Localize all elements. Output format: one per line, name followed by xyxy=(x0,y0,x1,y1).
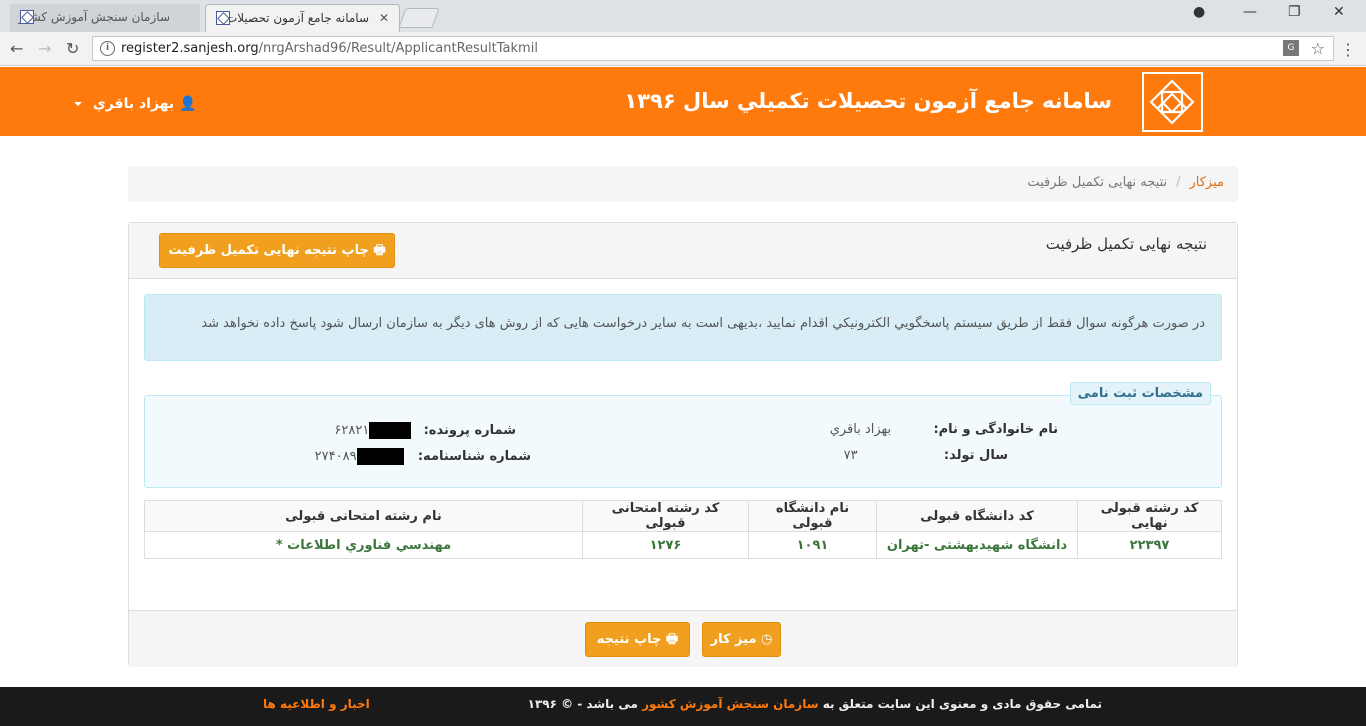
profile-icon[interactable]: ● xyxy=(1193,4,1205,20)
site-favicon-icon xyxy=(216,11,230,25)
user-name: بهزاد باقري xyxy=(92,96,175,112)
printer-icon: 🖶 xyxy=(665,632,679,647)
table-header: کد رشته قبولی نهایی xyxy=(1077,500,1222,532)
site-title: سامانه جامع آزمون تحصيلات تكميلي سال ۱۳۹… xyxy=(624,89,1112,113)
minimize-icon[interactable]: — xyxy=(1243,4,1257,20)
new-tab-button[interactable] xyxy=(398,8,440,28)
registration-legend: مشخصات ثبت نامی xyxy=(1069,382,1211,405)
user-icon: 👤 xyxy=(179,96,197,112)
bookmark-star-icon[interactable]: ☆ xyxy=(1311,39,1325,58)
desk-button[interactable]: ◷ ميز كار xyxy=(702,622,781,657)
dashboard-icon: ◷ xyxy=(761,632,773,647)
forward-icon[interactable]: → xyxy=(38,39,51,58)
table-cell: ۱۲۷۶ xyxy=(582,531,749,559)
user-menu[interactable]: 👤 بهزاد باقري xyxy=(74,96,196,112)
tab-title: سامانه جامع آزمون تحصیلات xyxy=(225,11,369,25)
browser-menu-icon[interactable]: ⋮ xyxy=(1340,40,1356,59)
url-input[interactable]: i register2.sanjesh.org/nrgArshad96/Resu… xyxy=(92,36,1334,61)
copyright-text: تمامی حقوق مادی و معنوی این سایت متعلق ب… xyxy=(527,697,1102,711)
breadcrumb: ميزكار / نتیجه نهایی تکمیل ظرفیت xyxy=(128,166,1238,202)
result-table: کد رشته قبولی نهایی کد دانشگاه قبولی نام… xyxy=(144,500,1222,559)
site-header: سامانه جامع آزمون تحصيلات تكميلي سال ۱۳۹… xyxy=(0,67,1366,136)
page-title: نتیجه نهایی تکمیل ظرفیت xyxy=(1045,235,1207,253)
info-alert: در صورت هرگونه سوال فقط از طريق سيستم پا… xyxy=(144,294,1222,361)
table-header: کد دانشگاه قبولی xyxy=(876,500,1078,532)
back-icon[interactable]: ← xyxy=(10,39,23,58)
browser-tab-bar: سازمان سنجش آموزش کشور سامانه جامع آزمون… xyxy=(0,0,1366,32)
sanjesh-logo[interactable] xyxy=(1142,72,1203,132)
breadcrumb-separator: / xyxy=(1176,175,1181,190)
table-row: ۲۲۳۹۷ دانشگاه شهیدبهشتی -تهران ۱۰۹۱ ۱۲۷۶… xyxy=(144,531,1222,559)
site-favicon-icon xyxy=(20,10,34,24)
breadcrumb-current: نتیجه نهایی تکمیل ظرفیت xyxy=(1027,175,1168,190)
table-header: نام دانشگاه قبولی xyxy=(748,500,877,532)
site-info-icon[interactable]: i xyxy=(100,41,115,56)
table-cell: ۲۲۳۹۷ xyxy=(1077,531,1222,559)
news-link[interactable]: اخبار و اطلاعیه ها xyxy=(263,697,370,711)
id-number-field: شماره شناسنامه: ۲۷۴۰۸۹ xyxy=(314,448,531,465)
translate-icon[interactable]: G xyxy=(1283,40,1299,56)
result-panel: نتیجه نهایی تکمیل ظرفیت 🖶 چاپ نتیجه نهای… xyxy=(128,222,1238,667)
print-final-result-button[interactable]: 🖶 چاپ نتیجه نهایی تکمیل ظرفیت xyxy=(159,233,395,268)
reload-icon[interactable]: ↻ xyxy=(66,39,79,58)
chevron-down-icon xyxy=(74,102,82,106)
tab-close-icon[interactable]: ✕ xyxy=(379,5,389,31)
redacted-block xyxy=(356,448,404,465)
browser-tab-exam-system[interactable]: سامانه جامع آزمون تحصیلات ✕ xyxy=(205,4,400,32)
table-header: کد رشته امتحانی قبولی xyxy=(582,500,749,532)
panel-heading: نتیجه نهایی تکمیل ظرفیت 🖶 چاپ نتیجه نهای… xyxy=(129,223,1237,279)
org-link[interactable]: سازمان سنجش آموزش کشور xyxy=(642,697,818,711)
close-window-icon[interactable]: ✕ xyxy=(1333,4,1345,20)
browser-tab-sanjesh[interactable]: سازمان سنجش آموزش کشور xyxy=(10,4,200,32)
name-field: نام خانوادگی و نام: بهزاد باقري xyxy=(829,422,1058,437)
printer-icon: 🖶 xyxy=(373,243,386,258)
breadcrumb-home-link[interactable]: ميزكار xyxy=(1190,175,1225,190)
file-number-field: شماره پرونده: ۶۲۸۲۱ xyxy=(334,422,516,439)
print-result-button[interactable]: 🖶 چاپ نتيجه xyxy=(585,622,690,657)
panel-footer: ◷ ميز كار 🖶 چاپ نتيجه xyxy=(129,610,1237,667)
table-cell: دانشگاه شهیدبهشتی -تهران xyxy=(876,531,1078,559)
redacted-block xyxy=(369,422,412,439)
table-header-row: کد رشته قبولی نهایی کد دانشگاه قبولی نام… xyxy=(144,500,1222,532)
site-footer: تمامی حقوق مادی و معنوی این سایت متعلق ب… xyxy=(0,687,1366,726)
registration-details: مشخصات ثبت نامی نام خانوادگی و نام: بهزا… xyxy=(144,382,1222,488)
address-bar-row: ← → ↻ i register2.sanjesh.org/nrgArshad9… xyxy=(0,32,1366,66)
table-cell: ۱۰۹۱ xyxy=(748,531,877,559)
birth-year-field: سال تولد: ۷۳ xyxy=(843,448,1008,463)
url-text: register2.sanjesh.org/nrgArshad96/Result… xyxy=(121,41,538,56)
restore-icon[interactable]: ❐ xyxy=(1288,4,1301,20)
table-cell: مهندسي فناوري اطلاعات * xyxy=(144,531,583,559)
table-header: نام رشته امتحانی قبولی xyxy=(144,500,583,532)
tab-title: سازمان سنجش آموزش کشور xyxy=(18,10,170,24)
